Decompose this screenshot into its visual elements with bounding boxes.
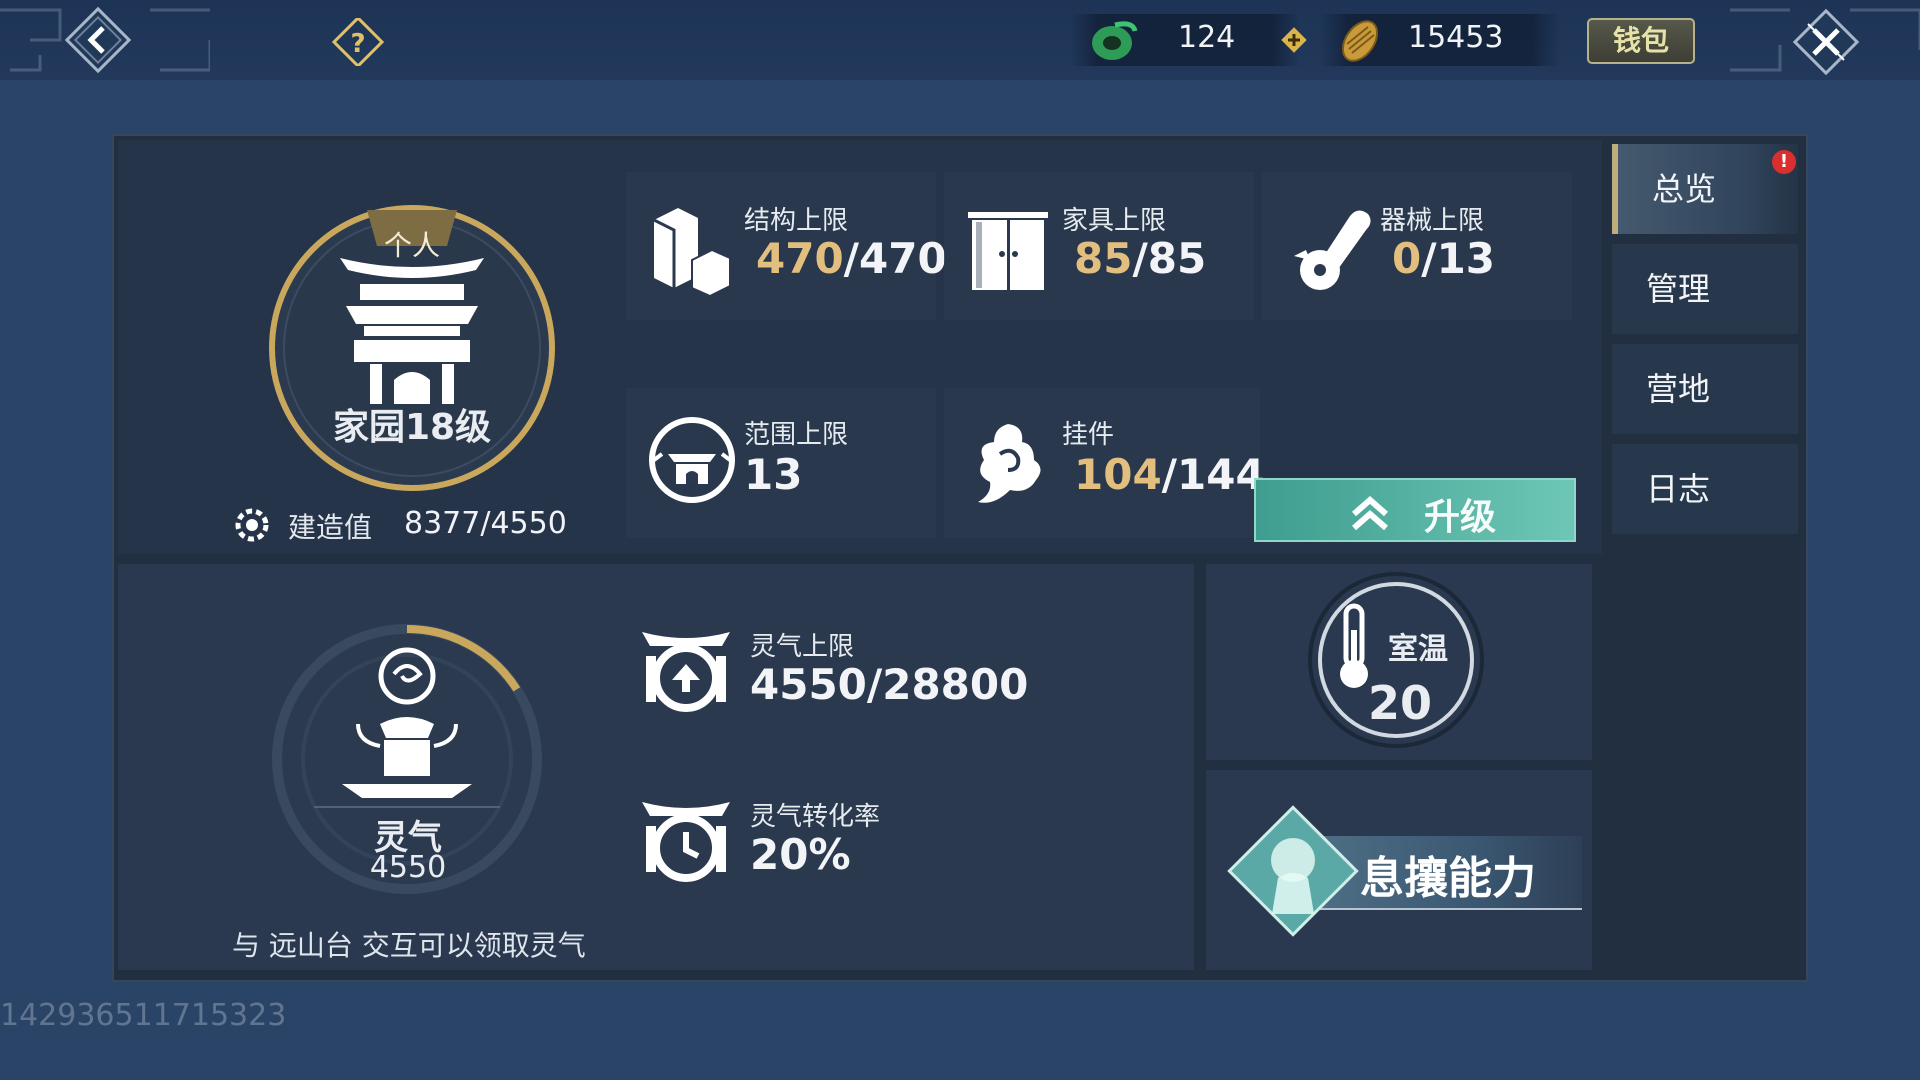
structure-current: 470 [756,234,844,283]
structure-limit-value: 470/470 [756,234,947,283]
coin-amount: 15453 [1408,20,1504,55]
range-limit-value: 13 [744,450,803,499]
coin-icon [1341,20,1379,62]
aura-cap-icon [642,632,730,712]
machinery-limit-label: 器械上限 [1380,206,1485,236]
jade-icon [1092,21,1138,60]
structure-limit-label: 结构上限 [744,206,849,236]
furniture-max: /85 [1132,234,1207,283]
furniture-limit-card: 家具上限 85/85 [944,172,1254,320]
watermark-id: 142936511715323 [0,998,287,1033]
temperature-label: 室温 [1388,632,1448,667]
tab-camp[interactable]: 营地 [1612,344,1798,434]
ability-button[interactable]: 息攘能力 [1212,796,1582,946]
tab-overview[interactable]: 总览 [1612,144,1798,234]
back-button[interactable] [62,4,134,76]
home-level-label: 家园18级 [332,407,492,448]
pendant-card: 挂件 104/144 [944,388,1265,538]
add-currency-button[interactable] [1280,26,1308,54]
pendant-value: 104/144 [1074,450,1265,499]
alert-badge: ! [1772,150,1796,174]
range-icon [649,417,735,503]
machinery-current: 0 [1392,234,1422,283]
furniture-limit-label: 家具上限 [1062,206,1167,236]
aura-rate-card: 灵气转化率 20% [628,772,1080,922]
svg-text:?: ? [350,29,365,59]
aura-cap-value: 4550/28800 [750,660,1029,709]
structure-max: /470 [843,234,947,283]
build-value: 8377/4550 [404,506,567,541]
chevron-up-icon [1352,496,1388,531]
cannon-icon [1294,210,1371,290]
furniture-limit-value: 85/85 [1074,234,1206,283]
blocks-icon [653,208,731,296]
aura-rate-label: 灵气转化率 [750,802,881,832]
aura-cap-label: 灵气上限 [750,632,855,662]
range-limit-card: 范围上限 13 [626,388,936,538]
range-limit-label: 范围上限 [744,420,849,450]
cloud-pendant-icon [978,424,1041,503]
back-arrow-icon [64,6,132,74]
aura-cap-card: 灵气上限 4550/28800 [628,604,1080,754]
jade-amount: 124 [1178,20,1236,55]
tab-log[interactable]: 日志 [1612,444,1798,534]
pendant-current: 104 [1074,450,1162,499]
structure-limit-card: 结构上限 470/470 [626,172,947,320]
tab-manage[interactable]: 管理 [1612,244,1798,334]
spirit-icon [1227,805,1359,937]
aura-rate-value: 20% [750,830,851,879]
temperature-value: 20 [1368,676,1433,730]
machinery-limit-value: 0/13 [1392,234,1495,283]
build-value-label: 建造值 [288,511,373,544]
cabinet-icon [968,212,1048,290]
close-icon [1792,8,1860,76]
ability-label: 息攘能力 [1360,853,1536,904]
pendant-label: 挂件 [1062,420,1115,450]
upgrade-button[interactable]: 升级 [1254,478,1576,542]
close-button[interactable] [1788,4,1864,80]
clock-icon [642,802,730,882]
aura-hint: 与 远山台 交互可以领取灵气 [232,929,586,962]
furniture-current: 85 [1074,234,1133,283]
aura-value: 4550 [369,850,447,885]
machinery-limit-card: 器械上限 0/13 [1262,172,1572,320]
help-button[interactable]: ? [332,18,384,66]
upgrade-label: 升级 [1424,497,1497,538]
question-icon: ? [332,18,384,66]
gear-icon [235,508,269,542]
machinery-max: /13 [1421,234,1496,283]
plus-icon [1281,27,1307,53]
pendant-max: /144 [1161,450,1265,499]
mode-badge: 个人 [383,229,440,262]
wallet-button[interactable]: 钱包 [1587,18,1695,64]
